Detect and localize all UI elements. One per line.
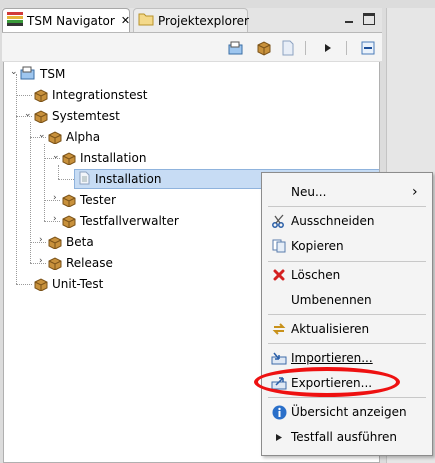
document-icon: [79, 171, 91, 188]
tree-connector: [16, 95, 32, 96]
menu-item-label: Ausschneiden: [291, 214, 375, 228]
tree-item-unit-test[interactable]: Unit-Test: [34, 274, 103, 294]
menu-item-aktualisieren[interactable]: Aktualisieren: [262, 318, 432, 340]
package-icon: [34, 88, 48, 103]
package-icon: [62, 193, 76, 208]
tab-projektexplorer-label: Projektexplorer: [158, 13, 249, 28]
copy-icon: [271, 238, 287, 254]
highlight-ellipse: [254, 367, 400, 397]
expand-toggle-icon[interactable]: ⌄: [24, 110, 33, 119]
delete-icon: [271, 267, 287, 283]
tree-item-label: Systemtest: [52, 109, 120, 123]
collapse-toggle-icon[interactable]: ›: [39, 236, 48, 245]
package-icon: [62, 214, 76, 229]
package-icon: [48, 130, 62, 145]
menu-item-label: Kopieren: [291, 239, 344, 253]
tab-tsm-navigator-label: TSM Navigator: [27, 13, 115, 28]
tree-item-systemtest[interactable]: Systemtest: [34, 106, 120, 126]
expand-toggle-icon[interactable]: ⌄: [38, 131, 47, 140]
tree-item-alpha[interactable]: Alpha: [48, 127, 100, 147]
menu-item-importieren[interactable]: Importieren...: [262, 347, 432, 369]
tree-item-testfallverwalter[interactable]: Testfallverwalter: [62, 211, 179, 231]
play-icon: [271, 429, 287, 445]
tree-item-label: Beta: [66, 235, 94, 249]
menu-item-label: Testfall ausführen: [291, 430, 397, 444]
tree-item-label: Testfallverwalter: [80, 214, 179, 228]
tree-item-label: Release: [66, 256, 113, 270]
tree-item-label: Unit-Test: [52, 277, 104, 291]
maximize-button[interactable]: [363, 13, 375, 25]
tree-item-tester[interactable]: Tester: [62, 190, 116, 210]
package-icon: [34, 109, 48, 124]
menu-separator: [268, 314, 426, 315]
scissors-icon: [271, 213, 287, 229]
tree-item-label: TSM: [40, 67, 66, 81]
new-project-icon[interactable]: [228, 40, 244, 56]
tree-connector: [44, 144, 45, 221]
folder-icon: [138, 12, 154, 29]
tsm-project-icon: [20, 66, 36, 83]
arrow-right-icon[interactable]: [320, 40, 336, 56]
import-icon: [271, 350, 287, 366]
package-icon[interactable]: [256, 40, 272, 56]
workbench: TSM Navigator ✕ Projektexplorer ⌄ TSM In…: [0, 0, 435, 463]
tsm-navigator-icon: [7, 12, 23, 29]
menu-item-kopieren[interactable]: Kopieren: [262, 235, 432, 257]
package-icon: [34, 277, 48, 292]
menu-item-umbenennen[interactable]: Umbenennen: [262, 289, 432, 311]
tab-projektexplorer[interactable]: Projektexplorer: [133, 8, 249, 32]
submenu-arrow-icon: ›: [412, 184, 418, 200]
menu-item-testfall-ausfuehren[interactable]: Testfall ausführen: [262, 426, 432, 448]
tree-item-label: Integrationstest: [52, 88, 148, 102]
info-icon: [271, 404, 287, 420]
menu-item-loeschen[interactable]: Löschen: [262, 264, 432, 286]
expand-toggle-icon[interactable]: ⌄: [52, 152, 61, 161]
tree-connector: [58, 179, 74, 180]
toolbar-separator: [346, 41, 347, 55]
tree-item-tsm[interactable]: TSM: [20, 64, 65, 84]
collapse-toggle-icon[interactable]: ›: [53, 215, 62, 224]
tree-item-label: Alpha: [66, 130, 101, 144]
toolbar-separator: [305, 41, 306, 55]
menu-item-label: Aktualisieren: [291, 322, 370, 336]
tree-connector: [58, 165, 59, 179]
tree-item-installation-package[interactable]: Installation: [62, 148, 146, 168]
tree-connector: [16, 284, 32, 285]
menu-item-label: Übersicht anzeigen: [291, 405, 407, 419]
menu-item-label: Importieren...: [291, 351, 373, 365]
minimize-button[interactable]: [343, 13, 355, 25]
package-icon: [48, 235, 62, 250]
menu-separator: [268, 397, 426, 398]
view-toolbar: [2, 33, 382, 61]
menu-item-label: Neu...: [291, 185, 327, 199]
document-icon[interactable]: [280, 40, 296, 56]
collapse-toggle-icon[interactable]: ›: [53, 194, 62, 203]
menu-separator: [268, 343, 426, 344]
package-icon: [48, 256, 62, 271]
menu-item-label: Löschen: [291, 268, 341, 282]
collapse-all-icon[interactable]: [360, 40, 376, 56]
menu-item-neu[interactable]: Neu... ›: [262, 181, 432, 203]
context-menu: Neu... › Ausschneiden Kopieren Löschen U…: [261, 172, 433, 456]
tree-item-label: Installation: [95, 172, 162, 186]
tree-item-integrationstest[interactable]: Integrationstest: [34, 85, 147, 105]
tree-connector: [16, 74, 17, 284]
close-icon[interactable]: ✕: [121, 14, 130, 27]
menu-item-uebersicht-anzeigen[interactable]: Übersicht anzeigen: [262, 401, 432, 423]
refresh-icon: [271, 321, 287, 337]
tree-item-beta[interactable]: Beta: [48, 232, 94, 252]
tab-tsm-navigator[interactable]: TSM Navigator ✕: [2, 8, 130, 32]
package-icon: [62, 151, 76, 166]
view-tab-bar: TSM Navigator ✕ Projektexplorer: [2, 8, 382, 33]
collapse-toggle-icon[interactable]: ›: [39, 257, 48, 266]
tree-item-label: Installation: [80, 151, 147, 165]
menu-item-ausschneiden[interactable]: Ausschneiden: [262, 210, 432, 232]
expand-toggle-icon[interactable]: ⌄: [10, 68, 19, 77]
menu-item-label: Umbenennen: [291, 293, 372, 307]
tree-item-label: Tester: [80, 193, 116, 207]
menu-separator: [268, 261, 426, 262]
tree-item-release[interactable]: Release: [48, 253, 113, 273]
menu-separator: [268, 206, 426, 207]
